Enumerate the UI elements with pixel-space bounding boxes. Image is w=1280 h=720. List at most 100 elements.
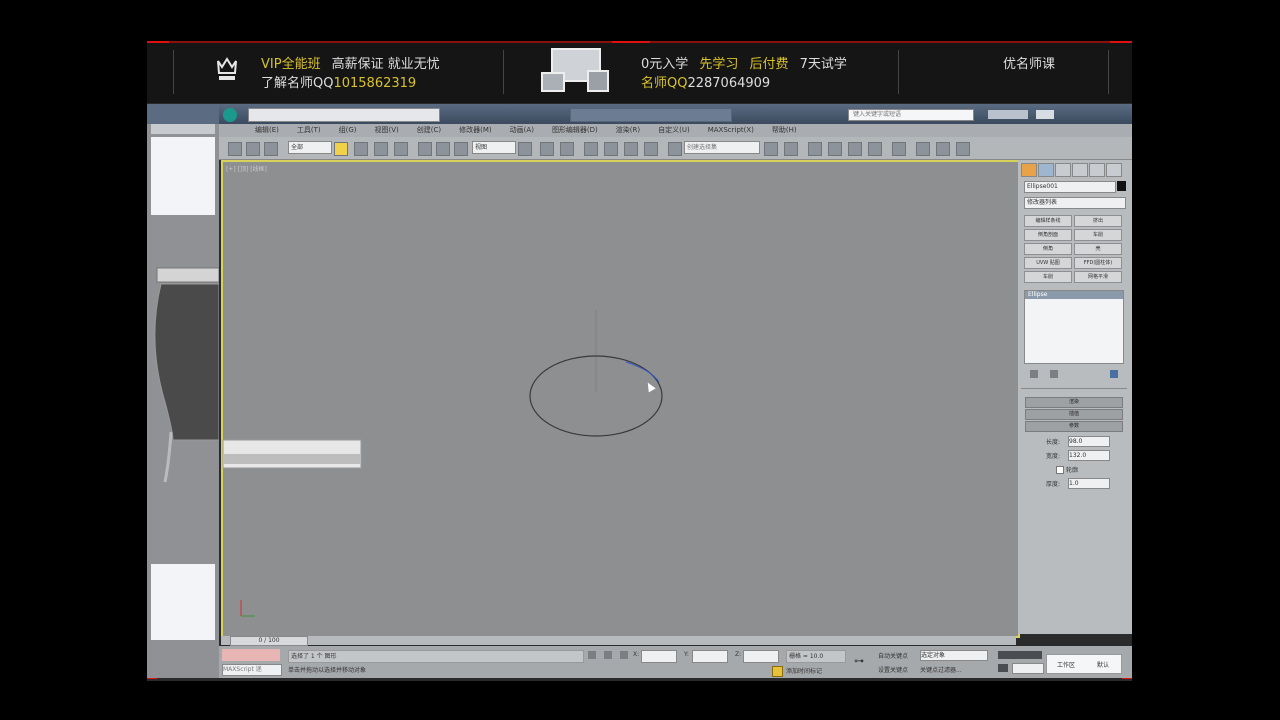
unlink-icon[interactable] <box>264 142 278 156</box>
menu-item[interactable]: 自定义(U) <box>658 126 690 134</box>
time-slider[interactable]: 0 / 100 <box>230 636 308 646</box>
move-icon[interactable] <box>418 142 432 156</box>
modifier-button[interactable]: 网格平滑 <box>1074 271 1122 283</box>
rollout-interpolation[interactable]: 插值 <box>1025 409 1123 420</box>
undo-icon[interactable] <box>228 142 242 156</box>
modifier-list-dropdown[interactable]: 修改器列表 <box>1024 197 1126 209</box>
search-input[interactable]: 键入关键字或短语 <box>848 109 974 121</box>
absolute-mode-icon[interactable] <box>604 651 612 659</box>
menu-item[interactable]: 渲染(R) <box>616 126 640 134</box>
playback-controls[interactable] <box>998 651 1042 659</box>
object-name-field[interactable]: Ellipse001 <box>1024 181 1116 193</box>
rendered-frame-icon[interactable] <box>916 142 930 156</box>
outline-checkbox[interactable] <box>1056 466 1064 474</box>
utilities-tab-icon[interactable] <box>1106 163 1122 177</box>
spinner-snap-icon[interactable] <box>644 142 658 156</box>
align-icon[interactable] <box>784 142 798 156</box>
stack-item[interactable]: Ellipse <box>1025 291 1123 299</box>
object-color-swatch[interactable] <box>1117 181 1126 191</box>
pivot-icon[interactable] <box>518 142 532 156</box>
selected-set-dropdown[interactable]: 选定对象 <box>920 650 988 661</box>
modifier-button[interactable]: 倒角剖面 <box>1024 229 1072 241</box>
rollout-parameters[interactable]: 参数 <box>1025 421 1123 432</box>
layer-manager-icon[interactable] <box>808 142 822 156</box>
modifier-button[interactable]: 壳 <box>1074 243 1122 255</box>
named-selection-dropdown[interactable]: 创建选择集 <box>684 141 760 154</box>
y-coordinate-field[interactable] <box>692 650 728 663</box>
auto-key-button[interactable]: 自动关键点 <box>878 651 908 660</box>
menu-item[interactable]: MAXScript(X) <box>708 126 754 134</box>
create-tab-icon[interactable] <box>1021 163 1037 177</box>
menu-item[interactable]: 图形编辑器(D) <box>552 126 598 134</box>
curve-editor-icon[interactable] <box>828 142 842 156</box>
help-icons[interactable] <box>988 110 1028 119</box>
menu-item[interactable]: 修改器(M) <box>459 126 492 134</box>
modifier-button[interactable]: 车削 <box>1074 229 1122 241</box>
menu-item[interactable]: 编辑(E) <box>255 126 279 134</box>
keyboard-shortcut-icon[interactable] <box>560 142 574 156</box>
show-end-result-icon[interactable] <box>1050 370 1058 378</box>
hierarchy-tab-icon[interactable] <box>1055 163 1071 177</box>
modifier-button[interactable]: FFD(圆柱体) <box>1074 257 1122 269</box>
configure-sets-icon[interactable] <box>1110 370 1118 378</box>
pin-stack-icon[interactable] <box>1030 370 1038 378</box>
lock-selection-icon[interactable] <box>588 651 596 659</box>
stack-tools[interactable] <box>1030 370 1120 379</box>
time-config-icon[interactable] <box>998 664 1008 672</box>
app-logo-icon[interactable] <box>223 108 237 122</box>
display-tab-icon[interactable] <box>1089 163 1105 177</box>
maxscript-listener[interactable] <box>222 649 280 661</box>
menu-item[interactable]: 组(G) <box>339 126 357 134</box>
selection-filter-dropdown[interactable]: 全部 <box>288 141 332 154</box>
menu-item[interactable]: 创建(C) <box>417 126 441 134</box>
modifier-stack[interactable]: Ellipse <box>1024 290 1124 364</box>
render-setup-icon[interactable] <box>892 142 906 156</box>
set-key-button[interactable]: 设置关键点 <box>878 665 908 674</box>
quick-access-toolbar[interactable] <box>248 108 440 122</box>
render-production-icon[interactable] <box>956 142 970 156</box>
manipulate-icon[interactable] <box>540 142 554 156</box>
schematic-view-icon[interactable] <box>848 142 862 156</box>
menu-item[interactable]: 帮助(H) <box>772 126 797 134</box>
material-editor-icon[interactable] <box>868 142 882 156</box>
render-icon[interactable] <box>936 142 950 156</box>
key-filters-button[interactable]: 关键点过滤器... <box>920 665 962 674</box>
relative-mode-icon[interactable] <box>620 651 628 659</box>
mirror-icon[interactable] <box>764 142 778 156</box>
modifier-button[interactable]: 挤出 <box>1074 215 1122 227</box>
percent-snap-icon[interactable] <box>624 142 638 156</box>
length-field[interactable]: 98.0 <box>1068 436 1110 447</box>
width-field[interactable]: 132.0 <box>1068 450 1110 461</box>
modifier-button[interactable]: 车削 <box>1024 271 1072 283</box>
scale-icon[interactable] <box>454 142 468 156</box>
window-crossing-icon[interactable] <box>394 142 408 156</box>
add-time-tag-label[interactable]: 添加时间标记 <box>786 666 822 675</box>
z-coordinate-field[interactable] <box>743 650 779 663</box>
add-time-tag-icon[interactable] <box>772 666 783 677</box>
modify-tab-icon[interactable] <box>1038 163 1054 177</box>
maxscript-mini-listener[interactable]: MAXScript 迷 <box>222 664 282 676</box>
modifier-button[interactable]: 倒角 <box>1024 243 1072 255</box>
angle-snap-icon[interactable] <box>604 142 618 156</box>
menu-item[interactable]: 工具(T) <box>297 126 321 134</box>
modifier-button[interactable]: 编辑样条线 <box>1024 215 1072 227</box>
menu-item[interactable]: 动画(A) <box>510 126 534 134</box>
key-icon[interactable]: ⊶ <box>854 656 864 667</box>
x-coordinate-field[interactable] <box>641 650 677 663</box>
help-icon[interactable] <box>1036 110 1054 119</box>
current-frame-field[interactable] <box>1012 663 1044 674</box>
timeline-track[interactable] <box>221 636 1016 645</box>
menu-item[interactable]: 视图(V) <box>375 126 399 134</box>
rect-select-icon[interactable] <box>374 142 388 156</box>
reference-coord-dropdown[interactable]: 视图 <box>472 141 516 154</box>
select-object-icon[interactable] <box>334 142 348 156</box>
rotate-icon[interactable] <box>436 142 450 156</box>
snaps-icon[interactable] <box>584 142 598 156</box>
thickness-field[interactable]: 1.0 <box>1068 478 1110 489</box>
select-link-icon[interactable] <box>246 142 260 156</box>
select-by-name-icon[interactable] <box>354 142 368 156</box>
workspace-switcher[interactable]: 工作区 默认 <box>1046 654 1122 674</box>
motion-tab-icon[interactable] <box>1072 163 1088 177</box>
edit-named-sets-icon[interactable] <box>668 142 682 156</box>
rollout-rendering[interactable]: 渲染 <box>1025 397 1123 408</box>
